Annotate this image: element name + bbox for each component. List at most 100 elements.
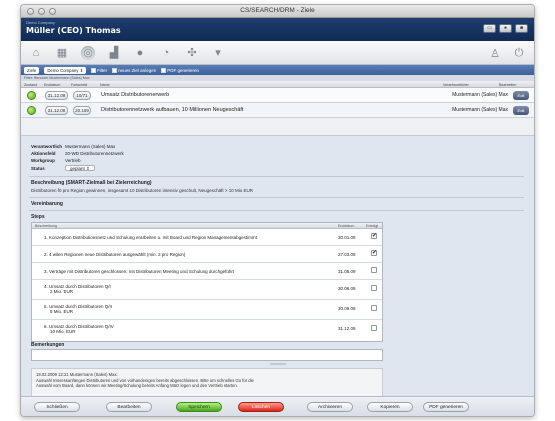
review-title: Vereinbarung [31, 201, 63, 207]
description-text[interactable]: Distributoren f0 pro Region gewinnen, in… [31, 188, 253, 193]
company-select[interactable]: Demo Company ⇕ [44, 66, 87, 74]
activity-value: 20-WD Distributorennetzwerk [65, 151, 124, 156]
pie-icon[interactable]: ◔ [159, 46, 173, 60]
dropdown-icon[interactable]: ▾ [211, 46, 225, 60]
goal-edit-button[interactable]: Edit [513, 91, 529, 100]
chart-icon[interactable]: ▟ [107, 46, 121, 60]
goal-progress: 20.169 [73, 106, 91, 115]
workgroup-value: Vertrieb [65, 158, 81, 163]
close-button[interactable]: Schließen [34, 402, 80, 412]
column-header: Zustand Enddatum Fortschritt Name Verant… [21, 81, 534, 88]
status-dot-icon [27, 91, 36, 100]
step-row[interactable]: 6. Umsatz durch Distributoren Q/IV 10 Mi… [32, 320, 382, 341]
target-icon[interactable]: ◎ [81, 45, 95, 60]
step-row[interactable]: 4. Umsatz durch Distributoren Q/I 2 Mio.… [32, 280, 382, 300]
goal-edit-button[interactable]: Edit [513, 106, 529, 115]
goal-name: Umsatz Distributorenerwerb [101, 92, 170, 98]
step-text: 2. 4 wilen Regionen neue Distributoren a… [44, 252, 186, 257]
step-done-checkbox[interactable]: ✔ [371, 250, 377, 256]
col-assignee[interactable]: Verantwortlicher [443, 83, 469, 87]
col-status[interactable]: Zustand [24, 83, 37, 87]
status-select[interactable]: geplant ⇕ [65, 165, 95, 171]
network-icon[interactable]: ✣ [185, 46, 199, 60]
goal-assignee: Mustermann (Sales) Max [452, 92, 508, 98]
col-name[interactable]: Name [100, 83, 110, 87]
save-button[interactable]: Speichern [176, 402, 222, 412]
power-icon[interactable]: ⏻ [512, 46, 526, 60]
filter-bar: Ziele Demo Company ⇕ Filter neues Ziel a… [21, 65, 534, 75]
new-goal-label: neues Ziel anlegen [118, 67, 157, 73]
step-date: 30.06.09 [338, 286, 356, 291]
steps-col-date: Enddatum [338, 224, 355, 228]
status-dot-icon [27, 106, 36, 115]
filter-checkbox[interactable] [91, 67, 97, 73]
step-subtext: 5 Mio. EUR [50, 309, 74, 314]
divider [29, 210, 524, 211]
pdf-generate-button[interactable]: PDF generieren [423, 402, 469, 412]
person-icon[interactable]: ♙ [488, 46, 502, 60]
edit-button[interactable]: Bearbeiten [106, 402, 152, 412]
header-buttons: ▭ ● ■ [483, 24, 528, 33]
steps-col-done: Erledigt [366, 224, 379, 228]
col-date[interactable]: Enddatum [44, 83, 60, 87]
note-text-line: Auswahl vom Board, dann können wir Meeti… [36, 383, 238, 388]
goal-detail-panel: Verantwortlich Mustermann (Sales) Max Akt… [21, 135, 534, 416]
step-date: 30.01.09 [338, 235, 356, 240]
step-row[interactable]: 3. Verträge mit Distributoren geschlosse… [32, 263, 382, 280]
goal-row-selected[interactable]: 31.12.09 20.169 Distributorennetzwerk au… [21, 103, 534, 118]
col-progress[interactable]: Fortschritt [71, 83, 87, 87]
filter-label: Filter [97, 67, 108, 73]
step-text: 1. Konzeption Distributionsnetz und Schu… [44, 235, 257, 240]
goal-assignee: Mustermann (Sales) Max [452, 107, 508, 113]
step-row[interactable]: 2. 4 wilen Regionen neue Distributoren a… [32, 246, 382, 263]
settings-icon[interactable]: ● [499, 24, 512, 33]
window-title: CS/SEARCH/DRM - Ziele [240, 7, 315, 14]
step-done-checkbox[interactable] [371, 325, 377, 331]
app-window: CS/SEARCH/DRM - Ziele Demo Company Mülle… [20, 4, 535, 417]
copy-button[interactable]: Kopieren [367, 402, 413, 412]
col-edit: Bearbeiten [499, 82, 517, 87]
pdf-icon [161, 67, 167, 73]
tab-goals[interactable]: Ziele [24, 66, 40, 74]
window-toggle-icon[interactable]: ▭ [483, 24, 496, 33]
app-header: Demo Company Müller (CEO) Thomas ▭ ● ■ [21, 18, 534, 41]
maximize-icon[interactable]: ■ [515, 24, 528, 33]
filter-toggle[interactable]: Filter [91, 67, 108, 73]
pdf-label: PDF generieren [167, 67, 199, 73]
activity-label: Aktionsfeld [31, 151, 56, 156]
chat-icon[interactable]: ● [133, 46, 147, 60]
step-done-checkbox[interactable]: ✔ [371, 233, 377, 239]
resize-grip-icon[interactable] [269, 363, 286, 365]
activity-field: Aktionsfeld 20-WD Distributorennetzwerk [31, 151, 124, 156]
step-date: 30.09.09 [338, 306, 356, 311]
remarks-input[interactable] [31, 349, 383, 361]
archive-button[interactable]: Archivieren [307, 402, 353, 412]
workgroup-label: Workgroup [31, 158, 55, 163]
main-toolbar: ⌂ ▦ ◎ ▟ ● ◔ ✣ ▾ ♙ ⏻ [21, 41, 534, 65]
description-title: Beschreibung (SMART-Zielmaß bei Zielerre… [31, 180, 152, 186]
step-done-checkbox[interactable] [371, 305, 377, 311]
step-date: 31.05.09 [338, 269, 356, 274]
goal-date: 31.12.09 [45, 106, 68, 115]
action-footer: Schließen Bearbeiten Speichern Löschen A… [21, 396, 534, 416]
new-goal-button[interactable]: neues Ziel anlegen [112, 67, 157, 73]
step-row[interactable]: 5. Umsatz durch Distributoren Q/II 5 Mio… [32, 300, 382, 320]
status-field: Status geplant ⇕ [31, 165, 95, 171]
pdf-button[interactable]: PDF generieren [161, 67, 199, 73]
step-row[interactable]: 1. Konzeption Distributionsnetz und Schu… [32, 229, 382, 246]
user-name: Müller (CEO) Thomas [26, 26, 121, 35]
goal-row[interactable]: 31.12.09 10/71 Umsatz Distributorenerwer… [21, 88, 534, 103]
company-name: Demo Company [26, 20, 55, 25]
goal-progress: 10/71 [73, 91, 91, 100]
title-bar: CS/SEARCH/DRM - Ziele [21, 5, 534, 18]
step-text: 3. Verträge mit Distributoren geschlosse… [44, 269, 235, 274]
divider [29, 176, 524, 177]
step-done-checkbox[interactable] [371, 285, 377, 291]
responsible-value: Mustermann (Sales) Max [65, 144, 116, 149]
step-done-checkbox[interactable] [371, 267, 377, 273]
grid-icon[interactable]: ▦ [55, 46, 69, 60]
company-select-value: Demo Company [47, 67, 79, 73]
home-icon[interactable]: ⌂ [29, 46, 43, 60]
delete-button[interactable]: Löschen [238, 402, 284, 412]
step-date: 31.12.09 [338, 326, 356, 331]
